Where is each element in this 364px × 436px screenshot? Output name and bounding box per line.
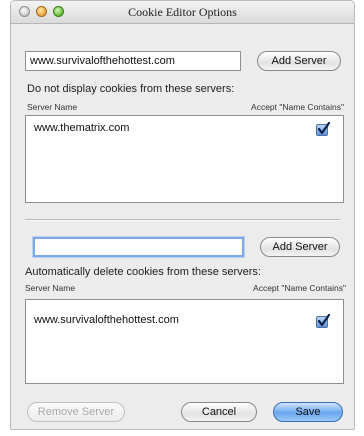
window-title: Cookie Editor Options: [128, 5, 237, 19]
blocked-server-input[interactable]: www.survivalofthehottest.com: [25, 51, 241, 71]
autodelete-server-input[interactable]: [33, 237, 244, 257]
blocked-servers-heading: Do not display cookies from these server…: [27, 83, 235, 95]
add-autodelete-server-button[interactable]: Add Server: [260, 237, 340, 257]
title-bar: Cookie Editor Options: [11, 1, 354, 24]
checkmark-icon: [317, 122, 331, 135]
autodelete-servers-heading: Automatically delete cookies from these …: [25, 266, 261, 278]
blocked-server-row-name[interactable]: www.thematrix.com: [34, 122, 129, 134]
autodelete-server-row-name[interactable]: www.survivalofthehottest.com: [34, 314, 179, 326]
autodelete-server-accept-checkbox[interactable]: [316, 314, 331, 328]
autodelete-server-name-column-header[interactable]: Server Name: [25, 283, 75, 293]
options-window: Cookie Editor Options www.survivaloftheh…: [10, 0, 355, 430]
cancel-button[interactable]: Cancel: [181, 402, 257, 422]
save-button[interactable]: Save: [273, 402, 343, 422]
blocked-server-accept-checkbox[interactable]: [316, 122, 331, 136]
autodelete-servers-list[interactable]: www.survivalofthehottest.com: [25, 299, 344, 384]
autodelete-accept-column-header[interactable]: Accept "Name Contains": [253, 283, 346, 293]
checkmark-icon: [317, 314, 331, 327]
blocked-accept-column-header[interactable]: Accept "Name Contains": [251, 102, 344, 112]
blocked-servers-list[interactable]: www.thematrix.com: [25, 115, 344, 203]
add-blocked-server-button[interactable]: Add Server: [257, 51, 341, 71]
blocked-server-name-column-header[interactable]: Server Name: [27, 102, 77, 112]
section-divider: [25, 219, 340, 221]
remove-server-button[interactable]: Remove Server: [27, 402, 125, 422]
